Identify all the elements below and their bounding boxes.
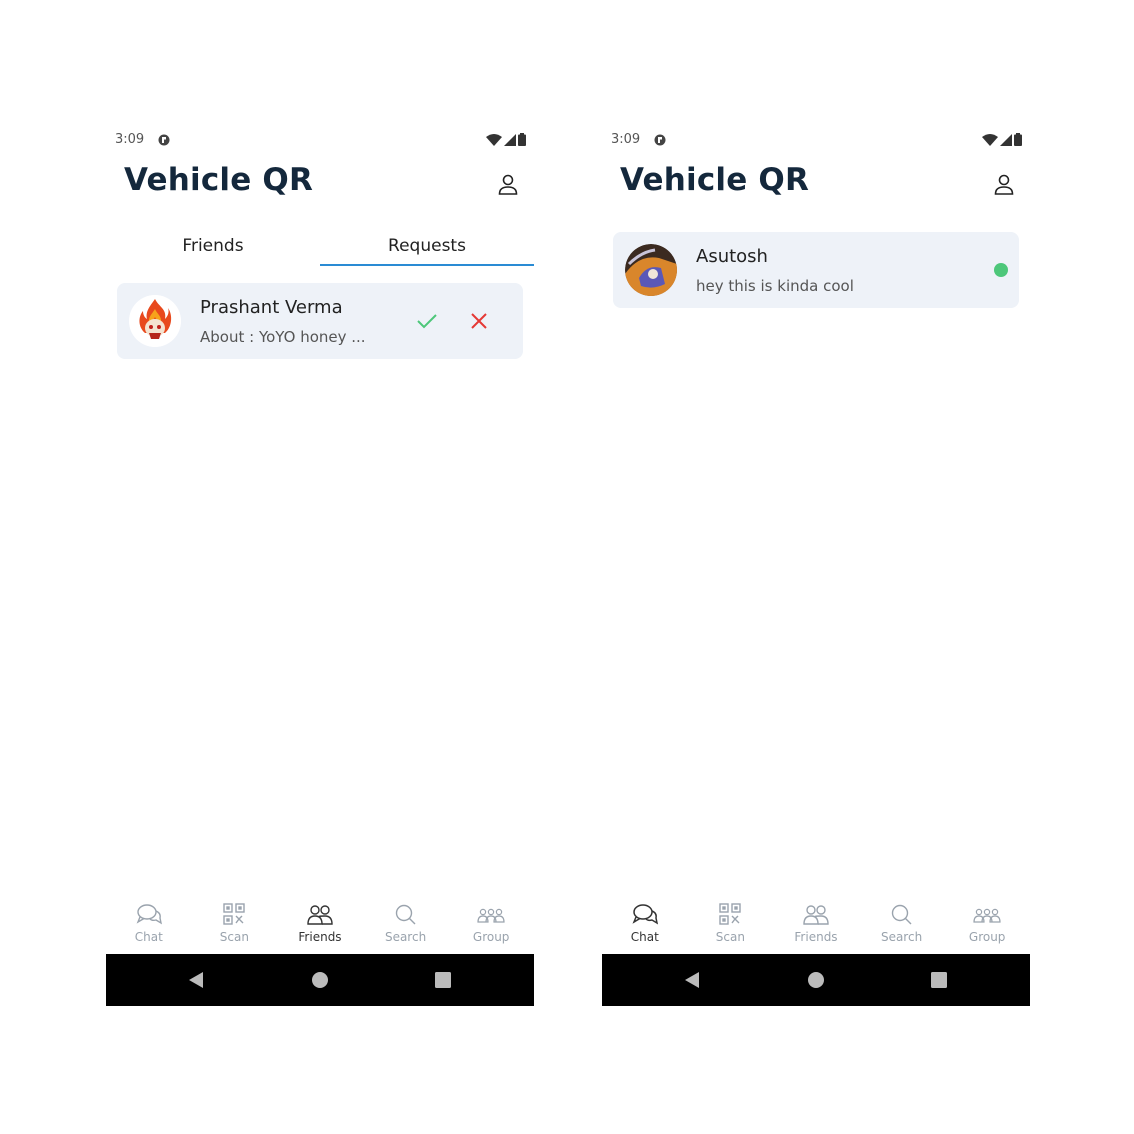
status-bar: 3:09 bbox=[106, 130, 534, 150]
nav-chat[interactable]: Chat bbox=[602, 898, 688, 954]
group-icon bbox=[973, 908, 1001, 923]
battery-icon bbox=[518, 133, 526, 146]
profile-icon[interactable] bbox=[496, 172, 520, 196]
group-icon bbox=[477, 908, 505, 923]
system-navigation-bar bbox=[602, 954, 1030, 1006]
friends-icon bbox=[307, 905, 333, 925]
qr-icon bbox=[223, 903, 246, 925]
app-notification-icon bbox=[654, 134, 666, 146]
nav-scan[interactable]: Scan bbox=[192, 898, 278, 954]
wifi-icon bbox=[982, 133, 998, 146]
search-icon bbox=[395, 904, 416, 925]
close-icon[interactable] bbox=[467, 309, 491, 333]
signal-icon bbox=[1000, 133, 1012, 146]
avatar bbox=[129, 295, 181, 347]
chat-last-message: hey this is kinda cool bbox=[696, 277, 854, 295]
avatar bbox=[625, 244, 677, 296]
nav-search[interactable]: Search bbox=[859, 898, 945, 954]
bottom-navigation: Chat Scan Friends Search Group bbox=[106, 898, 534, 954]
back-icon[interactable] bbox=[186, 970, 206, 990]
system-navigation-bar bbox=[106, 954, 534, 1006]
tab-friends[interactable]: Friends bbox=[106, 224, 320, 268]
status-icons bbox=[982, 133, 1022, 146]
recent-apps-icon[interactable] bbox=[433, 970, 453, 990]
battery-icon bbox=[1014, 133, 1022, 146]
nav-label: Scan bbox=[219, 930, 249, 944]
home-icon[interactable] bbox=[310, 970, 330, 990]
qr-icon bbox=[719, 903, 742, 925]
nav-group[interactable]: Group bbox=[944, 898, 1030, 954]
chat-icon bbox=[632, 904, 658, 925]
search-icon bbox=[891, 904, 912, 925]
profile-icon[interactable] bbox=[992, 172, 1016, 196]
nav-scan[interactable]: Scan bbox=[688, 898, 774, 954]
nav-friends[interactable]: Friends bbox=[773, 898, 859, 954]
chat-list-item[interactable]: Asutosh hey this is kinda cool bbox=[613, 232, 1019, 308]
friends-tabs: Friends Requests bbox=[106, 224, 534, 268]
nav-label: Chat bbox=[630, 930, 659, 944]
nav-label: Scan bbox=[715, 930, 745, 944]
request-name: Prashant Verma bbox=[200, 297, 343, 318]
bottom-navigation: Chat Scan Friends Search Group bbox=[602, 898, 1030, 954]
signal-icon bbox=[504, 133, 516, 146]
status-bar: 3:09 bbox=[602, 130, 1030, 150]
status-icons bbox=[486, 133, 526, 146]
nav-label: Friends bbox=[794, 930, 838, 944]
home-icon[interactable] bbox=[806, 970, 826, 990]
nav-search[interactable]: Search bbox=[363, 898, 449, 954]
request-about: About : YoYO honey ... bbox=[200, 328, 366, 346]
active-tab-indicator bbox=[320, 264, 534, 266]
back-icon[interactable] bbox=[682, 970, 702, 990]
nav-label: Search bbox=[384, 930, 427, 944]
check-icon[interactable] bbox=[415, 309, 439, 333]
friend-request-card[interactable]: Prashant Verma About : YoYO honey ... bbox=[117, 283, 523, 359]
nav-chat[interactable]: Chat bbox=[106, 898, 192, 954]
nav-label: Search bbox=[880, 930, 923, 944]
nav-label: Chat bbox=[134, 930, 163, 944]
wifi-icon bbox=[486, 133, 502, 146]
nav-label: Group bbox=[968, 930, 1006, 944]
requests-screen: 3:09 Vehicle QR Friends Requests Prashan… bbox=[106, 118, 534, 1006]
app-title: Vehicle QR bbox=[124, 162, 314, 198]
app-notification-icon bbox=[158, 134, 170, 146]
online-status-indicator bbox=[994, 263, 1008, 277]
friends-icon bbox=[803, 905, 829, 925]
nav-label: Friends bbox=[298, 930, 342, 944]
nav-group[interactable]: Group bbox=[448, 898, 534, 954]
chat-icon bbox=[136, 904, 162, 925]
status-time: 3:09 bbox=[611, 132, 641, 147]
chat-screen: 3:09 Vehicle QR Asutosh hey this is kind… bbox=[602, 118, 1030, 1006]
nav-label: Group bbox=[472, 930, 510, 944]
status-time: 3:09 bbox=[115, 132, 145, 147]
chat-contact-name: Asutosh bbox=[696, 246, 768, 267]
app-title: Vehicle QR bbox=[620, 162, 810, 198]
tab-requests[interactable]: Requests bbox=[320, 224, 534, 268]
nav-friends[interactable]: Friends bbox=[277, 898, 363, 954]
recent-apps-icon[interactable] bbox=[929, 970, 949, 990]
